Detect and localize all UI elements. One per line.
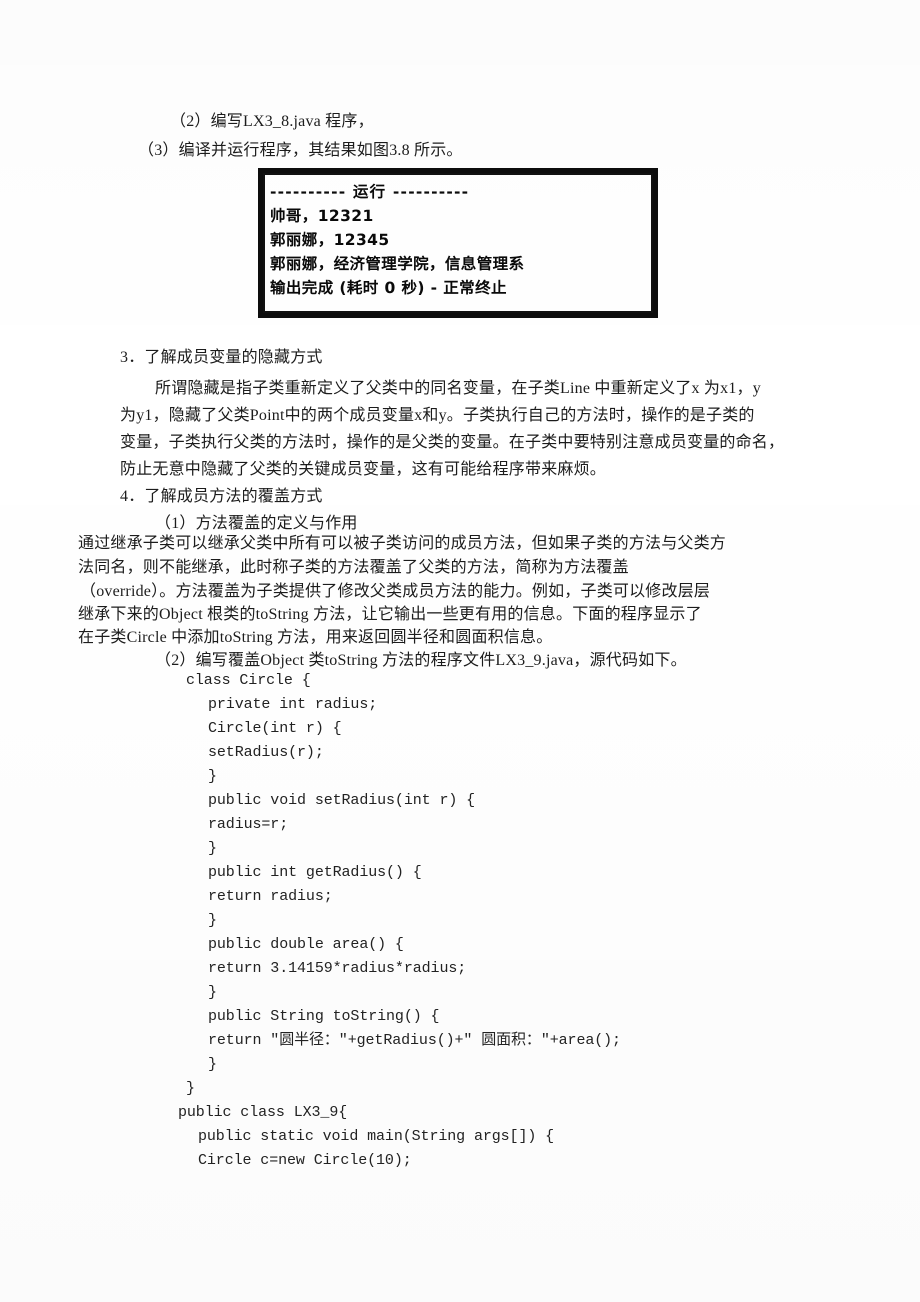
code-line-2: private int radius; [208,696,378,713]
section-4-paragraph-line-1: 通过继承子类可以继承父类中所有可以被子类访问的成员方法，但如果子类的方法与父类方 [78,535,727,552]
section-4-heading: 4．了解成员方法的覆盖方式 [120,488,323,505]
console-output-figure: ---------- 运行 ---------- 帅哥，12321 郭丽娜，12… [258,168,658,318]
code-line-20: public static void main(String args[]) { [198,1128,555,1145]
console-line-3: 郭丽娜，经济管理学院，信息管理系 [270,255,525,273]
section-3-paragraph-line-2: 为y1，隐藏了父类Point中的两个成员变量x和y。子类执行自己的方法时，操作的… [120,407,755,424]
section-4-paragraph-line-4: 继承下来的Object 根类的toString 方法，让它输出一些更有用的信息。… [78,606,702,623]
console-screen: ---------- 运行 ---------- 帅哥，12321 郭丽娜，12… [263,173,653,313]
document-page: （2）编写LX3_8.java 程序， （3）编译并运行程序，其结果如图3.8 … [0,0,920,1302]
code-line-17: } [208,1056,217,1073]
code-line-14: } [208,984,217,1001]
console-line-4: 输出完成 (耗时 0 秒) - 正常终止 [270,279,507,297]
code-line-7: radius=r; [208,816,289,833]
section-3-heading: 3．了解成员变量的隐藏方式 [120,349,323,366]
code-line-8: } [208,840,217,857]
code-line-16: return "圆半径："+getRadius()+" 圆面积："+area()… [208,1032,621,1049]
section-3-paragraph-line-3: 变量，子类执行父类的方法时，操作的是父类的变量。在子类中要特别注意成员变量的命名… [120,434,785,451]
section-3-paragraph-line-1: 所谓隐藏是指子类重新定义了父类中的同名变量，在子类Line 中重新定义了x 为x… [155,380,761,397]
intro-line-2: （3）编译并运行程序，其结果如图3.8 所示。 [138,142,463,159]
code-line-3: Circle(int r) { [208,720,342,737]
code-line-15: public String toString() { [208,1008,440,1025]
code-line-12: public double area() { [208,936,404,953]
code-line-21: Circle c=new Circle(10); [198,1152,412,1169]
section-4-sub2-heading: （2）编写覆盖Object 类toString 方法的程序文件LX3_9.jav… [155,652,687,669]
code-line-13: return 3.14159*radius*radius; [208,960,467,977]
section-4-sub1-heading: （1）方法覆盖的定义与作用 [155,515,358,532]
code-line-9: public int getRadius() { [208,864,422,881]
section-4-paragraph-line-5: 在子类Circle 中添加toString 方法，用来返回圆半径和圆面积信息。 [78,629,553,646]
code-line-6: public void setRadius(int r) { [208,792,476,809]
console-line-1: 帅哥，12321 [270,207,374,225]
console-line-2: 郭丽娜，12345 [270,231,390,249]
code-line-1: class Circle { [186,672,311,689]
code-line-4: setRadius(r); [208,744,324,761]
code-line-5: } [208,768,217,785]
section-3-paragraph-line-4: 防止无意中隐藏了父类的关键成员变量，这有可能给程序带来麻烦。 [120,461,607,478]
code-line-19: public class LX3_9{ [178,1104,348,1121]
code-line-18: } [186,1080,195,1097]
console-line-run-header: ---------- 运行 ---------- [270,183,470,201]
intro-line-1: （2）编写LX3_8.java 程序， [170,113,374,130]
code-line-10: return radius; [208,888,333,905]
section-4-paragraph-line-2: 法同名，则不能继承，此时称子类的方法覆盖了父类的方法，简称为方法覆盖 [78,559,629,576]
section-4-paragraph-line-3: （override）。方法覆盖为子类提供了修改父类成员方法的能力。例如，子类可以… [80,583,711,600]
code-line-11: } [208,912,217,929]
